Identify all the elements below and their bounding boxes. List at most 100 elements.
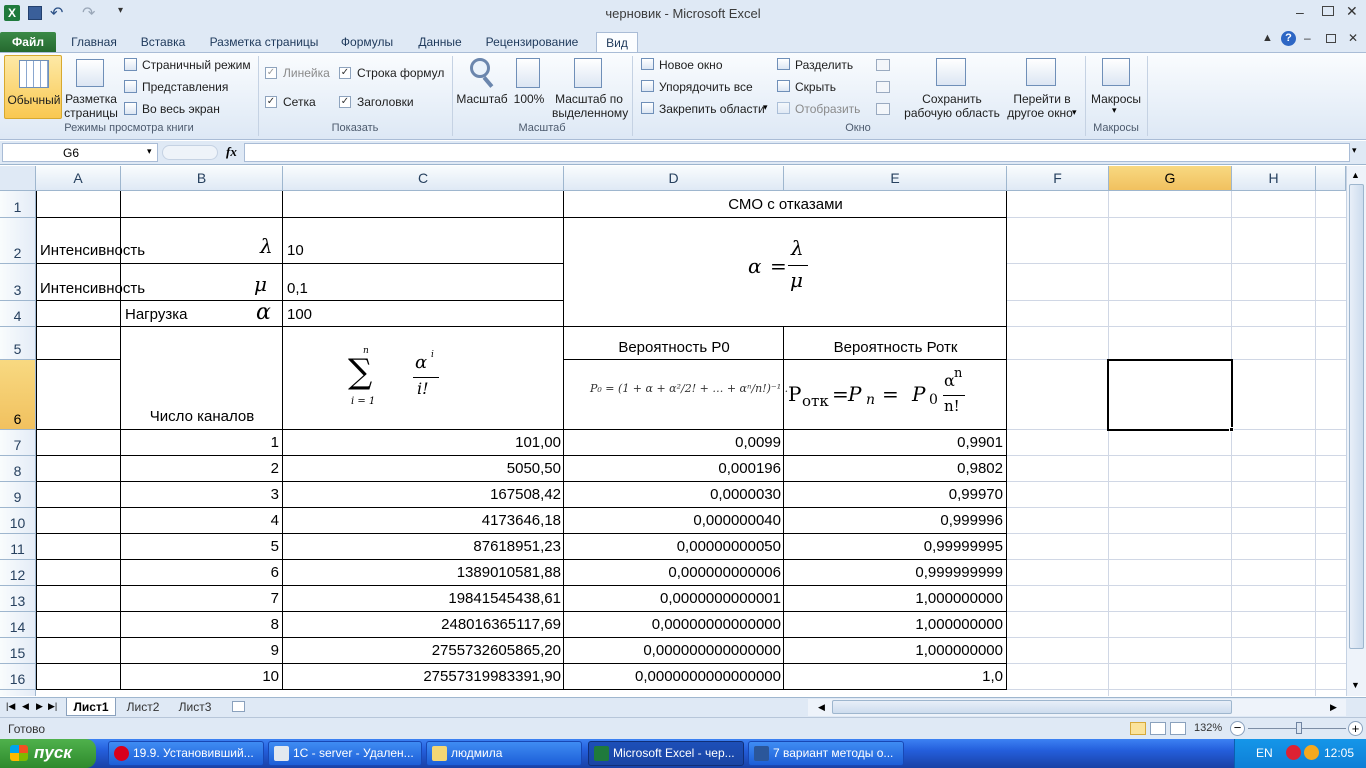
table-cell[interactable]: 1,000000000	[784, 642, 1003, 659]
cell-d1[interactable]: СМО с отказами	[564, 196, 1007, 213]
table-cell[interactable]: 0,00000000050	[564, 538, 781, 555]
zoom-to-selection-button[interactable]: Масштаб по выделенному	[552, 55, 628, 120]
insert-sheet-icon[interactable]	[232, 701, 245, 712]
table-cell[interactable]: 10	[121, 668, 279, 685]
table-cell[interactable]: 0,000196	[564, 460, 781, 477]
vertical-scrollbar[interactable]: ▲ ▼	[1346, 166, 1366, 696]
sheet-nav-prev-icon[interactable]: ◀	[22, 701, 29, 712]
cell-b4[interactable]: Нагрузка	[125, 306, 187, 323]
help-icon[interactable]: ?	[1281, 31, 1296, 46]
cell-e5[interactable]: Вероятность Ротк	[784, 339, 1007, 356]
zoom-level[interactable]: 132%	[1194, 722, 1222, 734]
table-cell[interactable]: 0,0000000000001	[564, 590, 781, 607]
new-window-button[interactable]: Новое окно	[640, 57, 770, 75]
table-cell[interactable]: 0,99970	[784, 486, 1003, 503]
tab-home[interactable]: Главная	[62, 32, 126, 52]
zoom-out-icon[interactable]: −	[1230, 721, 1245, 736]
sheet-tab-1[interactable]: Лист1	[66, 698, 116, 716]
cell-c4[interactable]: 100	[287, 306, 312, 323]
table-cell[interactable]: 4	[121, 512, 279, 529]
cell-d5[interactable]: Вероятность Р0	[564, 339, 784, 356]
save-workspace-button[interactable]: Сохранить рабочую область	[900, 55, 1004, 120]
full-screen-button[interactable]: Во весь экран	[122, 101, 254, 119]
split-button[interactable]: Разделить	[776, 57, 866, 75]
table-cell[interactable]: 4173646,18	[283, 512, 561, 529]
column-header[interactable]: G	[1109, 166, 1232, 191]
taskbar-item[interactable]: людмила	[426, 741, 582, 766]
fill-handle[interactable]	[1229, 427, 1234, 432]
worksheet-grid[interactable]: A B C D E F G H 1 2 3 4 5 6 7 8 9 10 11 …	[0, 166, 1346, 696]
table-cell[interactable]: 1,000000000	[784, 590, 1003, 607]
table-cell[interactable]: 7	[121, 590, 279, 607]
tab-review[interactable]: Рецензирование	[478, 32, 586, 52]
table-cell[interactable]: 0,9802	[784, 460, 1003, 477]
macros-button[interactable]: Макросы ▾	[1088, 55, 1144, 119]
table-cell[interactable]: 2	[121, 460, 279, 477]
sheet-tab-2[interactable]: Лист2	[120, 698, 166, 716]
close-icon[interactable]: ✕	[1346, 3, 1358, 20]
table-cell[interactable]: 0,9901	[784, 434, 1003, 451]
table-cell[interactable]: 9	[121, 642, 279, 659]
restore-icon[interactable]	[1322, 6, 1334, 16]
sheet-nav-first-icon[interactable]: |◀	[6, 701, 15, 712]
column-header[interactable]: F	[1007, 166, 1109, 191]
formula-bar-checkbox[interactable]: ✓ Строка формул	[338, 65, 450, 81]
column-header[interactable]	[1316, 166, 1346, 191]
language-indicator[interactable]: EN	[1256, 746, 1273, 760]
cell-b6[interactable]: Число каналов	[121, 408, 283, 425]
table-cell[interactable]: 1389010581,88	[283, 564, 561, 581]
table-cell[interactable]: 0,0000030	[564, 486, 781, 503]
tab-page-layout[interactable]: Разметка страницы	[200, 32, 328, 52]
taskbar-item-active[interactable]: Microsoft Excel - чер...	[588, 741, 744, 766]
ruler-checkbox[interactable]: ✓ Линейка	[264, 65, 336, 81]
taskbar-item[interactable]: 7 вариант методы о...	[748, 741, 904, 766]
table-cell[interactable]: 0,999996	[784, 512, 1003, 529]
table-cell[interactable]: 1,0	[784, 668, 1003, 685]
table-cell[interactable]: 0,99999995	[784, 538, 1003, 555]
sheet-tab-3[interactable]: Лист3	[172, 698, 218, 716]
arrange-all-button[interactable]: Упорядочить все	[640, 79, 770, 97]
horizontal-scrollbar[interactable]: ◀ ▶	[808, 699, 1346, 716]
freeze-panes-button[interactable]: Закрепить области ▾	[640, 101, 772, 119]
page-break-icon[interactable]	[1170, 722, 1186, 735]
tray-app-icon[interactable]	[1304, 745, 1319, 760]
table-cell[interactable]: 27557319983391,90	[283, 668, 561, 685]
gridlines-checkbox[interactable]: ✓ Сетка	[264, 94, 336, 110]
scroll-thumb[interactable]	[832, 700, 1232, 714]
table-cell[interactable]: 2755732605865,20	[283, 642, 561, 659]
doc-minimize-icon[interactable]: –	[1304, 31, 1311, 45]
headings-checkbox[interactable]: ✓ Заголовки	[338, 94, 450, 110]
table-cell[interactable]: 19841545438,61	[283, 590, 561, 607]
table-cell[interactable]: 0,0099	[564, 434, 781, 451]
cell-a3[interactable]: Интенсивность	[40, 280, 145, 297]
normal-view-icon[interactable]	[1130, 722, 1146, 735]
table-cell[interactable]: 87618951,23	[283, 538, 561, 555]
table-cell[interactable]: 167508,42	[283, 486, 561, 503]
name-box[interactable]: G6 ▾	[2, 143, 158, 162]
table-cell[interactable]: 0,0000000000000000	[564, 668, 781, 685]
tray-help-icon[interactable]	[1286, 745, 1301, 760]
sync-scroll-icon[interactable]	[876, 81, 890, 93]
scroll-up-icon[interactable]: ▲	[1351, 170, 1360, 180]
tab-formulas[interactable]: Формулы	[334, 32, 400, 52]
page-layout-view-button[interactable]: Разметка страницы	[64, 55, 118, 120]
scroll-right-icon[interactable]: ▶	[1330, 702, 1337, 713]
tab-view[interactable]: Вид	[596, 32, 638, 52]
cell-a2[interactable]: Интенсивность	[40, 242, 145, 259]
table-cell[interactable]: 1	[121, 434, 279, 451]
table-cell[interactable]: 0,00000000000000	[564, 616, 781, 633]
tab-data[interactable]: Данные	[410, 32, 470, 52]
table-cell[interactable]: 0,000000000000000	[564, 642, 781, 659]
table-cell[interactable]: 0,000000040	[564, 512, 781, 529]
hide-button[interactable]: Скрыть	[776, 79, 866, 97]
scroll-thumb[interactable]	[1349, 184, 1364, 649]
zoom-button[interactable]: Масштаб	[456, 55, 508, 119]
formula-bar-grip-icon[interactable]	[162, 145, 218, 160]
unhide-button[interactable]: Отобразить	[776, 101, 866, 119]
zoom-100-button[interactable]: 100%	[510, 55, 548, 119]
selected-cell-g6[interactable]	[1107, 359, 1233, 431]
table-cell[interactable]: 5050,50	[283, 460, 561, 477]
scroll-down-icon[interactable]: ▼	[1351, 680, 1360, 690]
cell-c3[interactable]: 0,1	[287, 280, 308, 297]
table-cell[interactable]: 6	[121, 564, 279, 581]
